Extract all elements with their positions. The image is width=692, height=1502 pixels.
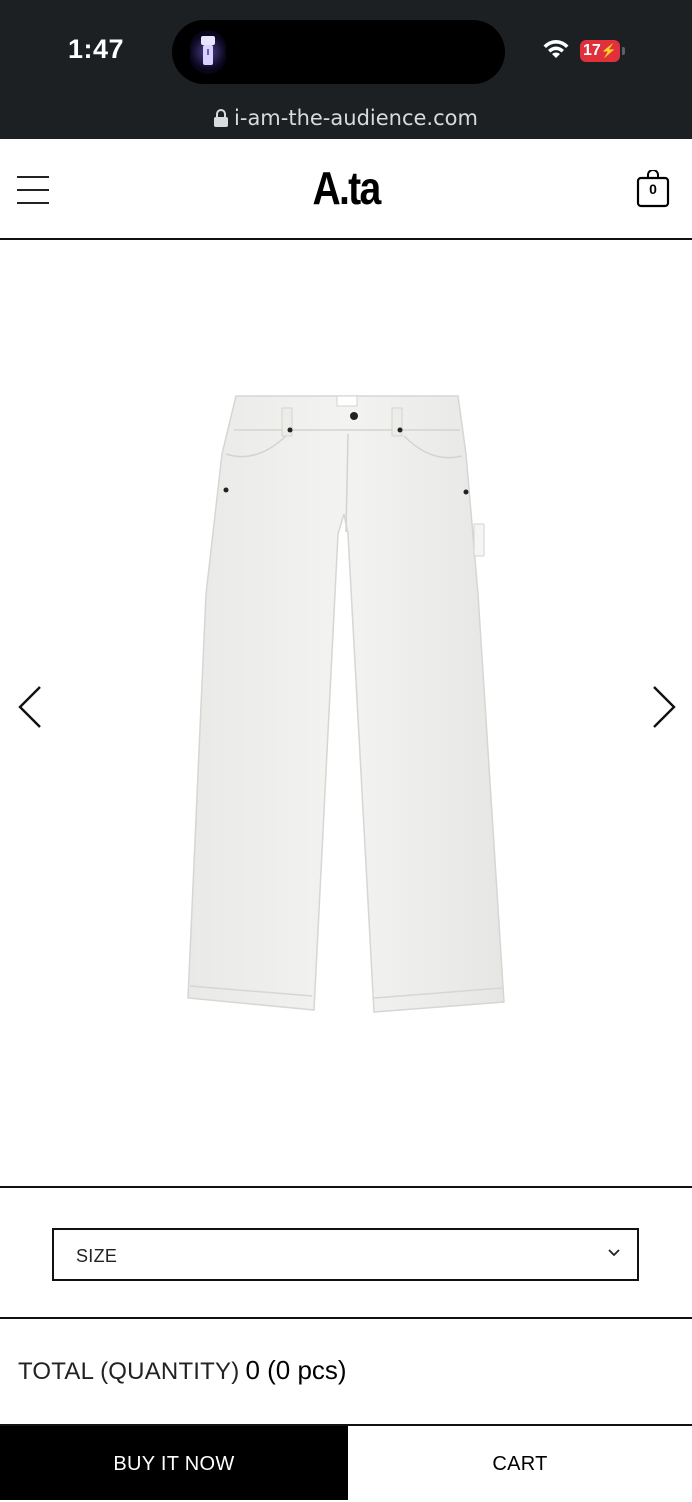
- wifi-icon: [543, 40, 569, 58]
- size-select[interactable]: SIZE: [52, 1228, 639, 1281]
- site-header: A.ta 0: [0, 139, 692, 240]
- menu-icon[interactable]: [17, 176, 49, 204]
- site-logo[interactable]: A.ta: [52, 161, 640, 215]
- chevron-down-icon: [608, 1249, 620, 1257]
- status-bar: 1:47 17⚡ i-am-the-audience.com: [0, 0, 692, 139]
- chevron-left-icon[interactable]: [16, 685, 46, 729]
- add-to-cart-button[interactable]: CART: [348, 1426, 692, 1500]
- address-bar[interactable]: i-am-the-audience.com: [0, 106, 692, 130]
- battery-icon: 17⚡: [580, 40, 620, 62]
- buy-now-button[interactable]: BUY IT NOW: [0, 1426, 348, 1500]
- battery-level: 17: [583, 42, 601, 59]
- url-text: i-am-the-audience.com: [234, 106, 478, 130]
- cart-count: 0: [649, 181, 657, 197]
- divider: [0, 1317, 692, 1319]
- flashlight-icon: [190, 30, 226, 74]
- size-select-label: SIZE: [76, 1246, 118, 1266]
- product-gallery: [0, 240, 692, 1187]
- total-quantity: TOTAL (QUANTITY) 0 (0 pcs): [18, 1355, 347, 1386]
- battery-tip: [622, 47, 625, 55]
- product-image: [187, 395, 505, 1013]
- chevron-right-icon[interactable]: [648, 685, 678, 729]
- divider: [0, 1186, 692, 1188]
- total-value: 0 (0 pcs): [245, 1355, 347, 1385]
- status-time: 1:47: [68, 34, 125, 64]
- cart-icon[interactable]: 0: [636, 170, 670, 208]
- lock-icon: [214, 109, 229, 127]
- total-label: TOTAL (QUANTITY): [18, 1358, 240, 1385]
